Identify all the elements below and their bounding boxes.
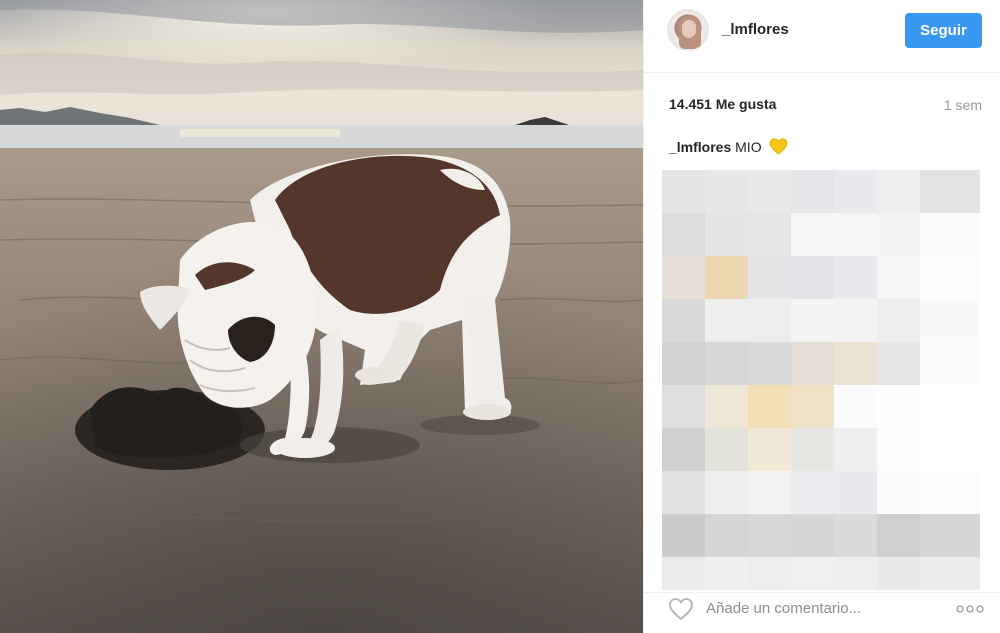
avatar[interactable]: [667, 9, 709, 51]
post-header: _lmflores Seguir: [644, 0, 1000, 73]
post-sidebar: _lmflores Seguir 14.451 Me gusta 1 sem _…: [643, 0, 1000, 633]
username-link[interactable]: _lmflores: [722, 21, 789, 38]
heart-outline-icon[interactable]: [668, 597, 694, 621]
caption-text: MIO: [735, 139, 762, 155]
post-time[interactable]: 1 sem: [944, 97, 982, 113]
pixelated-comments: [662, 170, 980, 590]
post-photo[interactable]: [0, 0, 643, 633]
comment-input[interactable]: [706, 595, 946, 621]
instagram-post: _lmflores Seguir 14.451 Me gusta 1 sem _…: [0, 0, 1000, 633]
caption-author[interactable]: _lmflores: [669, 139, 731, 155]
bulldog-beach-image: [0, 0, 643, 633]
likes-count[interactable]: 14.451 Me gusta: [669, 96, 776, 112]
avatar-face: [682, 20, 696, 38]
follow-button[interactable]: Seguir: [905, 13, 982, 48]
blurred-comments-area: [662, 170, 980, 590]
more-options-icon[interactable]: [956, 602, 984, 614]
comment-footer: [644, 592, 1000, 633]
caption: _lmflores MIO: [669, 138, 788, 158]
yellow-heart-icon: [769, 138, 788, 158]
